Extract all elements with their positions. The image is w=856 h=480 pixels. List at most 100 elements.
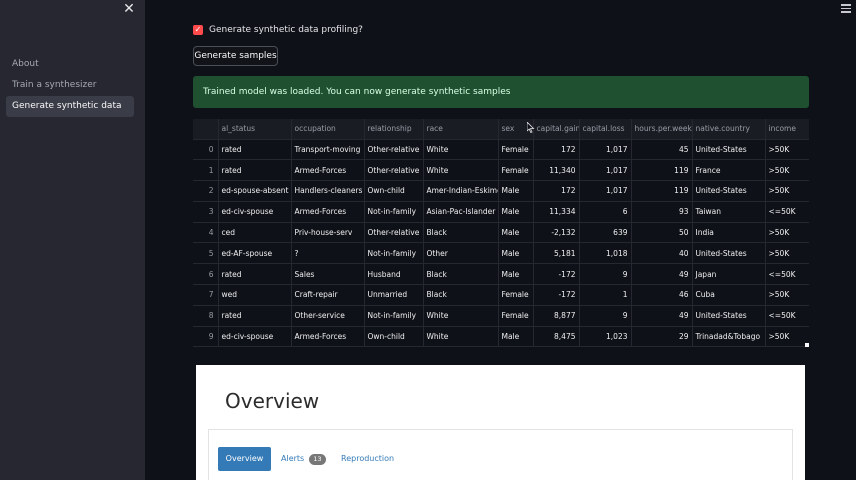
table-cell[interactable]: <=50K xyxy=(765,305,809,327)
profiling-checkbox[interactable]: ✓ xyxy=(193,25,203,35)
table-cell[interactable]: Armed-Forces xyxy=(291,159,365,182)
table-cell[interactable]: 45 xyxy=(631,139,693,161)
table-cell[interactable]: <=50K xyxy=(765,263,809,286)
table-cell[interactable]: 9 xyxy=(579,305,632,327)
table-cell[interactable]: 11,334 xyxy=(533,201,580,223)
column-header[interactable]: relationship xyxy=(364,119,424,140)
table-cell[interactable]: Not-in-family xyxy=(364,305,424,327)
row-index[interactable]: 1 xyxy=(193,159,219,182)
table-cell[interactable]: White xyxy=(423,305,499,327)
table-cell[interactable]: ed-AF-spouse xyxy=(218,242,292,265)
table-cell[interactable]: Other-relative xyxy=(364,159,424,182)
row-index[interactable]: 7 xyxy=(193,284,219,306)
row-index[interactable]: 9 xyxy=(193,326,219,347)
table-cell[interactable]: Craft-repair xyxy=(291,284,365,306)
column-header[interactable]: occupation xyxy=(291,119,365,140)
column-header[interactable]: native.country xyxy=(692,119,766,140)
tab-alerts[interactable]: Alerts 13 xyxy=(281,447,326,471)
table-cell[interactable]: Other-relative xyxy=(364,222,424,244)
table-cell[interactable]: Male xyxy=(498,201,534,223)
table-cell[interactable]: 172 xyxy=(533,180,580,202)
table-cell[interactable]: 1,017 xyxy=(579,180,632,202)
table-cell[interactable]: Armed-Forces xyxy=(291,201,365,223)
table-cell[interactable]: wed xyxy=(218,284,292,306)
table-cell[interactable]: -172 xyxy=(533,263,580,286)
table-cell[interactable]: 1,018 xyxy=(579,242,632,265)
table-cell[interactable]: Other xyxy=(423,242,499,265)
table-cell[interactable]: Unmarried xyxy=(364,284,424,306)
close-icon[interactable]: ✕ xyxy=(122,2,136,16)
table-cell[interactable]: 46 xyxy=(631,284,693,306)
table-cell[interactable]: Transport-moving xyxy=(291,139,365,161)
dataframe[interactable]: al_status occupation relationship race s… xyxy=(193,119,809,347)
table-cell[interactable]: >50K xyxy=(765,242,809,265)
column-header[interactable]: capital.loss xyxy=(579,119,632,140)
table-cell[interactable]: Not-in-family xyxy=(364,242,424,265)
table-cell[interactable]: Japan xyxy=(692,263,766,286)
table-cell[interactable]: >50K xyxy=(765,180,809,202)
table-cell[interactable]: Armed-Forces xyxy=(291,326,365,347)
table-cell[interactable]: 1,017 xyxy=(579,139,632,161)
table-cell[interactable]: 119 xyxy=(631,180,693,202)
table-cell[interactable]: 172 xyxy=(533,139,580,161)
sidebar-item-about[interactable]: About xyxy=(6,54,134,75)
table-cell[interactable]: White xyxy=(423,326,499,347)
sidebar-item-generate[interactable]: Generate synthetic data xyxy=(6,96,134,117)
table-cell[interactable]: Female xyxy=(498,139,534,161)
table-cell[interactable]: rated xyxy=(218,139,292,161)
table-cell[interactable]: 93 xyxy=(631,201,693,223)
table-cell[interactable]: Priv-house-serv xyxy=(291,222,365,244)
table-cell[interactable]: Male xyxy=(498,180,534,202)
row-index[interactable]: 6 xyxy=(193,263,219,286)
table-cell[interactable]: 5,181 xyxy=(533,242,580,265)
menu-icon[interactable] xyxy=(841,4,851,13)
row-index[interactable]: 4 xyxy=(193,222,219,244)
table-cell[interactable]: United-States xyxy=(692,139,766,161)
tab-overview[interactable]: Overview xyxy=(218,447,271,471)
table-cell[interactable]: Not-in-family xyxy=(364,201,424,223)
table-cell[interactable]: 639 xyxy=(579,222,632,244)
table-cell[interactable]: Black xyxy=(423,263,499,286)
column-header[interactable]: hours.per.week xyxy=(631,119,693,140)
table-cell[interactable]: United-States xyxy=(692,242,766,265)
table-cell[interactable]: 8,877 xyxy=(533,305,580,327)
table-cell[interactable]: ed-civ-spouse xyxy=(218,326,292,347)
profiling-checkbox-row[interactable]: ✓ Generate synthetic data profiling? xyxy=(193,23,363,37)
table-cell[interactable]: >50K xyxy=(765,139,809,161)
row-index[interactable]: 8 xyxy=(193,305,219,327)
table-cell[interactable]: 1 xyxy=(579,284,632,306)
column-header[interactable]: al_status xyxy=(218,119,292,140)
table-cell[interactable]: Cuba xyxy=(692,284,766,306)
table-cell[interactable]: -172 xyxy=(533,284,580,306)
table-cell[interactable]: Male xyxy=(498,326,534,347)
table-cell[interactable]: White xyxy=(423,139,499,161)
table-cell[interactable]: Female xyxy=(498,305,534,327)
table-cell[interactable]: Female xyxy=(498,159,534,182)
table-cell[interactable]: -2,132 xyxy=(533,222,580,244)
row-index[interactable]: 0 xyxy=(193,139,219,161)
table-cell[interactable]: United-States xyxy=(692,180,766,202)
table-cell[interactable]: rated xyxy=(218,305,292,327)
column-header[interactable]: capital.gain xyxy=(533,119,580,140)
table-cell[interactable]: >50K xyxy=(765,284,809,306)
table-cell[interactable]: 49 xyxy=(631,263,693,286)
table-cell[interactable]: >50K xyxy=(765,326,809,347)
table-cell[interactable]: Male xyxy=(498,263,534,286)
table-cell[interactable]: >50K xyxy=(765,222,809,244)
table-cell[interactable]: ced xyxy=(218,222,292,244)
table-cell[interactable]: rated xyxy=(218,263,292,286)
table-cell[interactable]: 11,340 xyxy=(533,159,580,182)
tab-reproduction[interactable]: Reproduction xyxy=(341,447,394,471)
table-cell[interactable]: Amer-Indian-Eskimo xyxy=(423,180,499,202)
table-cell[interactable]: 50 xyxy=(631,222,693,244)
table-cell[interactable]: 119 xyxy=(631,159,693,182)
table-cell[interactable]: Husband xyxy=(364,263,424,286)
table-cell[interactable]: Taiwan xyxy=(692,201,766,223)
table-cell[interactable]: 40 xyxy=(631,242,693,265)
table-cell[interactable]: Handlers-cleaners xyxy=(291,180,365,202)
table-cell[interactable]: Black xyxy=(423,222,499,244)
table-cell[interactable]: 6 xyxy=(579,201,632,223)
table-cell[interactable]: Trinadad&Tobago xyxy=(692,326,766,347)
table-cell[interactable]: 49 xyxy=(631,305,693,327)
table-cell[interactable]: France xyxy=(692,159,766,182)
